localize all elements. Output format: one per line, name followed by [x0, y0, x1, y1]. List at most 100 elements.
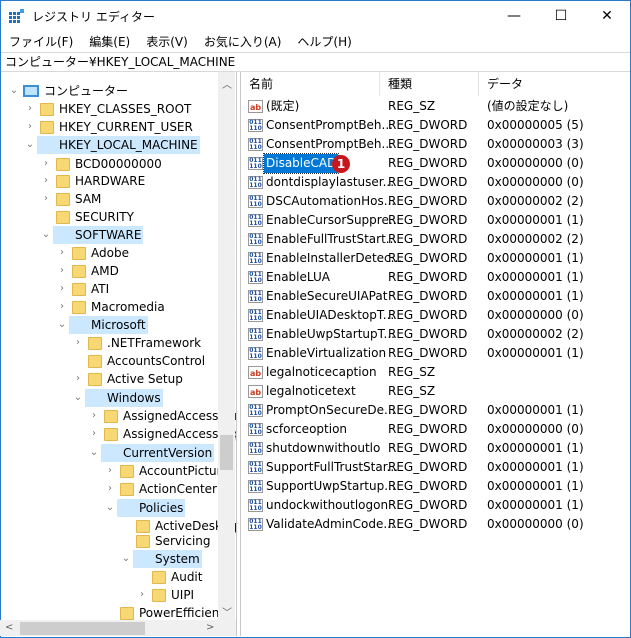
tree-item[interactable]: › SAM — [0, 190, 236, 208]
value-type: REG_DWORD — [388, 346, 468, 360]
value-row[interactable]: 011 110 dontdisplaylastuser... REG_DWORD 0x0… — [241, 173, 629, 192]
menu-file[interactable]: ファイル(F) — [1, 33, 81, 51]
value-row[interactable]: ab legalnoticetext REG_SZ — [241, 382, 629, 401]
chevron-right-icon[interactable]: › — [88, 425, 100, 443]
tree-vertical-scrollbar[interactable] — [218, 72, 235, 620]
menu-help[interactable]: ヘルプ(H) — [289, 33, 359, 51]
chevron-down-icon[interactable]: ⌄ — [88, 444, 100, 462]
chevron-right-icon[interactable]: › — [24, 118, 36, 136]
value-row[interactable]: 011 110 EnableUwpStartupT... REG_DWORD 0x000… — [241, 325, 629, 344]
value-row[interactable]: 011 110 EnableSecureUIAPat REG_DWORD 0x00000… — [241, 287, 629, 306]
value-row[interactable]: 011 110 DisableCAD REG_DWORD 0x00000000 (0) 1 — [241, 153, 629, 174]
value-row[interactable]: 011 110 EnableInstallerDetec... REG_DWORD 0x… — [241, 249, 629, 268]
minimize-button[interactable]: — — [491, 1, 537, 31]
tree-item[interactable]: › Macromedia — [0, 298, 236, 316]
tree-item[interactable]: ⌄ Microsoft — [0, 316, 236, 334]
tree-item[interactable]: ⌄ HKEY_LOCAL_MACHINE — [0, 136, 236, 154]
tree-item[interactable]: › HKEY_CLASSES_ROOT — [0, 100, 236, 118]
chevron-down-icon[interactable]: ⌄ — [40, 226, 52, 244]
scroll-down-icon[interactable]: ﹀ — [222, 604, 232, 619]
tree-item[interactable]: › ATI — [0, 280, 236, 298]
tree-item[interactable]: › AMD — [0, 262, 236, 280]
chevron-right-icon[interactable]: › — [88, 407, 100, 425]
chevron-right-icon[interactable]: › — [104, 480, 116, 498]
value-data: 0x00000001 (1) — [487, 460, 584, 474]
close-button[interactable]: ✕ — [584, 1, 630, 31]
value-row[interactable]: ab legalnoticecaption REG_SZ — [241, 363, 629, 382]
tree-item[interactable]: AccountsControl — [0, 352, 236, 370]
tree-item[interactable]: › Adobe — [0, 244, 236, 262]
tree-item[interactable]: › AssignedAccessCsp — [0, 425, 236, 443]
address-bar[interactable]: コンピューター¥HKEY_LOCAL_MACHINE — [1, 52, 630, 72]
tree-item[interactable]: Servicing — [0, 532, 236, 550]
value-row[interactable]: 011 110 undockwithoutlogon REG_DWORD 0x00000… — [241, 496, 629, 515]
value-row[interactable]: 011 110 DSCAutomationHos... REG_DWORD 0x0000… — [241, 192, 629, 211]
menu-favorites[interactable]: お気に入り(A) — [196, 33, 290, 51]
chevron-right-icon[interactable]: › — [40, 155, 52, 173]
value-row[interactable]: 011 110 ConsentPromptBeh... REG_DWORD 0x0000… — [241, 116, 629, 135]
scroll-right-icon[interactable]: > — [206, 622, 214, 633]
value-row[interactable]: 011 110 EnableCursorSuppre... REG_DWORD 0x00… — [241, 211, 629, 230]
chevron-right-icon[interactable]: › — [136, 586, 148, 604]
column-header-type[interactable]: 種類 — [380, 72, 479, 96]
tree-item[interactable]: ⌄ CurrentVersion — [0, 444, 236, 462]
tree-item[interactable]: › Active Setup — [0, 370, 236, 388]
tree-item[interactable]: Audit — [0, 568, 236, 586]
menu-view[interactable]: 表示(V) — [138, 33, 196, 51]
chevron-down-icon[interactable]: ⌄ — [120, 550, 132, 568]
value-name: undockwithoutlogon — [266, 498, 389, 512]
chevron-right-icon[interactable]: › — [40, 190, 52, 208]
chevron-right-icon[interactable]: › — [72, 370, 84, 388]
value-row[interactable]: 011 110 EnableUIADesktopT... REG_DWORD 0x000… — [241, 306, 629, 325]
maximize-button[interactable]: ☐ — [538, 1, 584, 31]
value-row[interactable]: 011 110 scforceoption REG_DWORD 0x00000000 (… — [241, 420, 629, 439]
value-row[interactable]: 011 110 EnableFullTrustStart... REG_DWORD 0x… — [241, 230, 629, 249]
chevron-down-icon[interactable]: ⌄ — [24, 136, 36, 154]
value-row[interactable]: 011 110 EnableVirtualization REG_DWORD 0x000… — [241, 344, 629, 363]
chevron-right-icon[interactable]: › — [56, 262, 68, 280]
column-header-data[interactable]: データ — [479, 72, 629, 96]
value-row[interactable]: 011 110 shutdownwithoutlo REG_DWORD 0x000000… — [241, 439, 629, 458]
tree-item[interactable]: ⌄ SOFTWARE — [0, 226, 236, 244]
string-value-icon: ab — [248, 366, 263, 379]
chevron-right-icon[interactable]: › — [56, 244, 68, 262]
tree-item[interactable]: › BCD00000000 — [0, 155, 236, 173]
chevron-down-icon[interactable]: ⌄ — [104, 499, 116, 517]
tree-item[interactable]: › HKEY_CURRENT_USER — [0, 118, 236, 136]
chevron-down-icon[interactable]: ⌄ — [56, 316, 68, 334]
chevron-right-icon[interactable]: › — [24, 100, 36, 118]
tree-item-label: HKEY_CURRENT_USER — [59, 120, 193, 134]
chevron-right-icon[interactable]: › — [40, 172, 52, 190]
value-row[interactable]: 011 110 ValidateAdminCode... REG_DWORD 0x000… — [241, 515, 629, 534]
menu-edit[interactable]: 編集(E) — [81, 33, 138, 51]
value-row[interactable]: 011 110 ConsentPromptBeh... REG_DWORD 0x0000… — [241, 135, 629, 154]
scroll-left-icon[interactable]: < — [5, 622, 13, 633]
tree-item[interactable]: SECURITY — [0, 208, 236, 226]
tree-item[interactable]: › ActionCenter — [0, 480, 236, 498]
tree-item[interactable]: ⌄ System — [0, 550, 236, 568]
value-row[interactable]: ab (既定) REG_SZ (値の設定なし) — [241, 97, 629, 116]
chevron-down-icon[interactable]: ⌄ — [72, 389, 84, 407]
chevron-down-icon[interactable]: ⌄ — [8, 82, 20, 100]
value-name: shutdownwithoutlo — [266, 441, 381, 455]
tree-item[interactable]: ⌄ コンピューター — [0, 82, 236, 100]
tree-item[interactable]: › HARDWARE — [0, 172, 236, 190]
chevron-right-icon[interactable]: › — [104, 462, 116, 480]
value-row[interactable]: 011 110 PromptOnSecureDe... REG_DWORD 0x0000… — [241, 401, 629, 420]
chevron-right-icon[interactable]: › — [56, 280, 68, 298]
tree-item[interactable]: › UIPI — [0, 586, 236, 604]
tree-horizontal-scroll-thumb[interactable] — [20, 622, 145, 635]
tree-item[interactable]: › .NETFramework — [0, 334, 236, 352]
scroll-up-icon[interactable]: ︿ — [222, 76, 232, 91]
tree-item[interactable]: ›AssignedAccessConfiguration — [0, 407, 236, 425]
column-header-name[interactable]: 名前 — [241, 72, 380, 96]
value-row[interactable]: 011 110 SupportFullTrustStar... REG_DWORD 0x… — [241, 458, 629, 477]
tree-item[interactable]: ⌄ Policies — [0, 499, 236, 517]
value-row[interactable]: 011 110 EnableLUA REG_DWORD 0x00000001 (1) — [241, 268, 629, 287]
value-row[interactable]: 011 110 SupportUwpStartup... REG_DWORD 0x000… — [241, 477, 629, 496]
chevron-right-icon[interactable]: › — [56, 298, 68, 316]
tree-vertical-scroll-thumb[interactable] — [220, 435, 233, 470]
tree-item[interactable]: › AccountPicture — [0, 462, 236, 480]
tree-item[interactable]: ⌄ Windows — [0, 389, 236, 407]
chevron-right-icon[interactable]: › — [72, 334, 84, 352]
